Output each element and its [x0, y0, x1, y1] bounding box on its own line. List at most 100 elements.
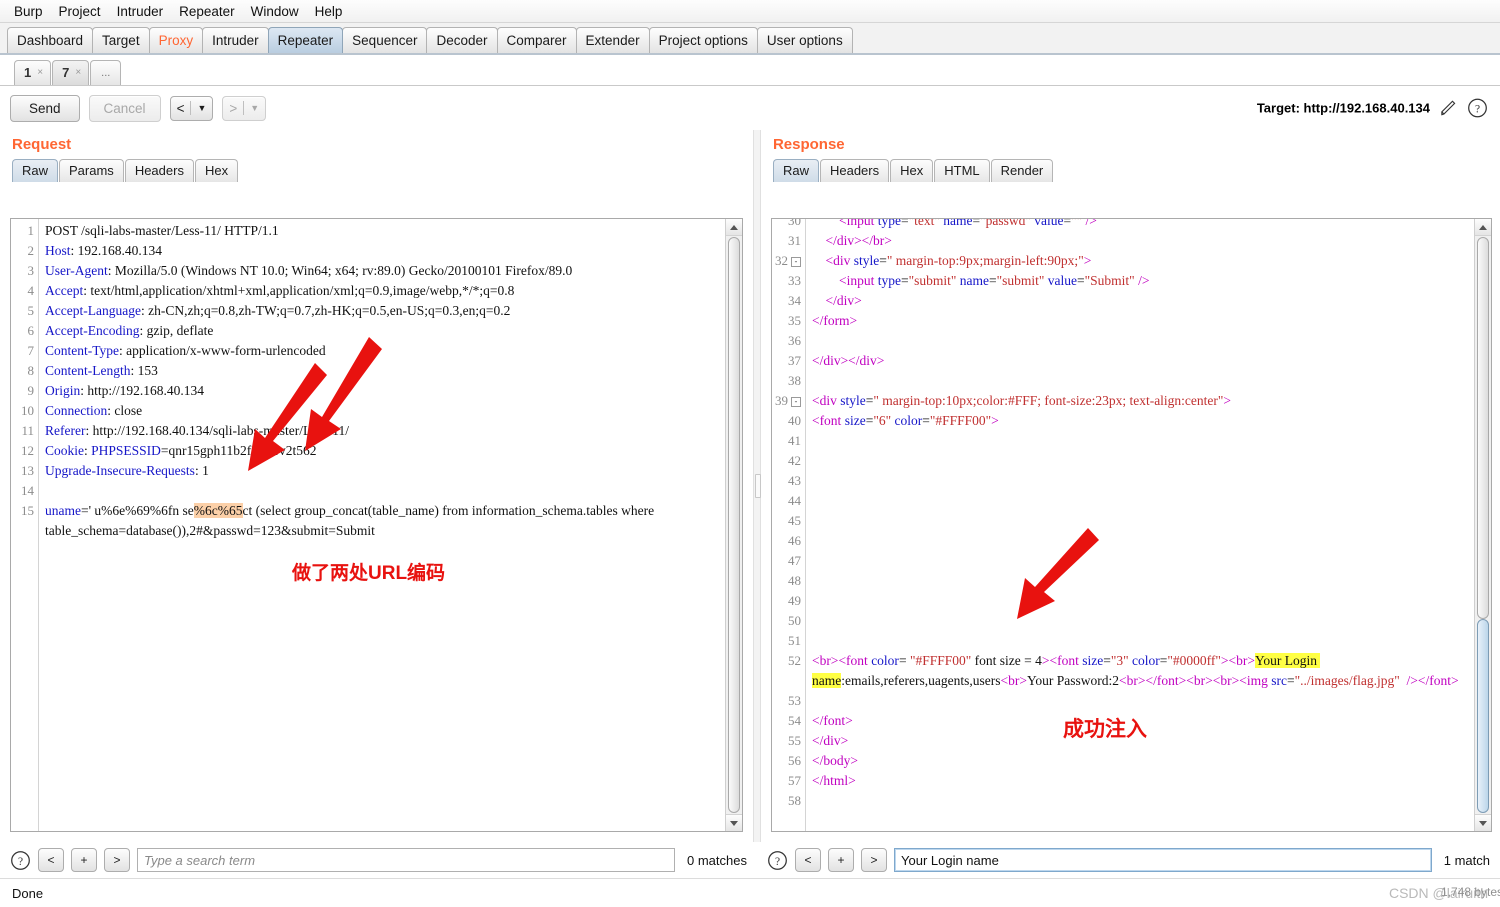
code-line: </html>	[811, 773, 856, 788]
code-line: <br><font color= "#FFFF00" font size = 4…	[811, 653, 1459, 688]
tab-decoder[interactable]: Decoder	[426, 27, 498, 53]
tab-repeater[interactable]: Repeater	[267, 27, 344, 53]
response-tab-hex[interactable]: Hex	[890, 159, 934, 182]
line-number: 37	[787, 353, 801, 368]
menu-item-repeater[interactable]: Repeater	[171, 2, 243, 21]
help-icon[interactable]: ?	[1467, 98, 1488, 119]
request-tab-headers[interactable]: Headers	[124, 159, 194, 182]
csdn-watermark: CSDN @lairuith 1,748 bytes	[1389, 885, 1500, 901]
request-tab-raw[interactable]: Raw	[12, 159, 59, 182]
line-number: 1	[27, 223, 35, 238]
response-raw-text[interactable]: <input type="text" name="passwd" value="…	[806, 218, 1474, 831]
code-line: <input type="text" name="passwd" value="…	[838, 218, 1097, 228]
scrollbar-thumb[interactable]	[1477, 619, 1489, 813]
response-search-next-button[interactable]: >	[861, 848, 887, 872]
menu-item-project[interactable]: Project	[51, 2, 109, 21]
tab-target[interactable]: Target	[92, 27, 150, 53]
repeater-tab-new[interactable]: ...	[90, 60, 122, 85]
fold-toggle-icon[interactable]: -	[790, 257, 801, 268]
scroll-down-icon[interactable]	[725, 814, 742, 831]
tab-dashboard[interactable]: Dashboard	[7, 27, 94, 53]
editor-panes: Request Raw Params Headers Hex 123456789…	[0, 130, 1500, 842]
response-search-add-button[interactable]: +	[828, 848, 854, 872]
repeater-tab-7[interactable]: 7 ×	[52, 60, 90, 85]
line-number: 49	[787, 593, 801, 608]
response-search-bar: ? < + > 1 match	[757, 842, 1500, 878]
menu-item-burp[interactable]: Burp	[6, 2, 51, 21]
response-pane: Response Raw Headers Hex HTML Render 30 3…	[761, 130, 1500, 842]
line-number: 46	[787, 533, 801, 548]
request-search-prev-button[interactable]: <	[38, 848, 64, 872]
forward-arrow-icon: >	[229, 100, 238, 116]
pencil-icon[interactable]	[1439, 99, 1458, 118]
request-tab-params[interactable]: Params	[59, 159, 124, 182]
response-tab-html[interactable]: HTML	[934, 159, 990, 182]
menu-item-intruder[interactable]: Intruder	[109, 2, 172, 21]
go-back-button[interactable]: < ▼	[169, 95, 214, 121]
scroll-up-icon[interactable]	[725, 219, 742, 236]
chevron-down-icon[interactable]: ▼	[250, 103, 259, 113]
scroll-down-icon[interactable]	[1475, 814, 1491, 831]
status-right: CSDN @lairuith 1,748 bytes	[1389, 879, 1500, 907]
request-tab-hex[interactable]: Hex	[194, 159, 239, 182]
close-icon[interactable]: ×	[37, 61, 43, 85]
scrollbar-track-upper	[1477, 237, 1489, 619]
response-tab-raw[interactable]: Raw	[772, 159, 819, 182]
tab-user-options[interactable]: User options	[756, 27, 853, 53]
request-search-input[interactable]	[137, 848, 676, 872]
search-bars: ? < + > 0 matches ? < + > 1 match	[0, 842, 1500, 878]
code-line: Origin: http://192.168.40.134	[45, 383, 205, 398]
line-number: 56	[787, 753, 801, 768]
scrollbar-thumb[interactable]	[727, 237, 740, 813]
tab-proxy[interactable]: Proxy	[148, 27, 204, 53]
menu-bar: Burp Project Intruder Repeater Window He…	[0, 0, 1500, 23]
repeater-tab-1[interactable]: 1 ×	[14, 60, 52, 85]
request-search-add-button[interactable]: +	[71, 848, 97, 872]
chevron-down-icon[interactable]: ▼	[197, 103, 206, 113]
response-search-prev-button[interactable]: <	[795, 848, 821, 872]
menu-item-window[interactable]: Window	[243, 2, 307, 21]
repeater-tab-7-label: 7	[62, 65, 70, 80]
request-raw-text[interactable]: POST /sqli-labs-master/Less-11/ HTTP/1.1…	[39, 219, 725, 831]
help-icon[interactable]: ?	[10, 850, 31, 871]
code-line: </div>	[825, 293, 862, 308]
code-line: <input type="submit" name="submit" value…	[838, 273, 1150, 288]
response-editor[interactable]: 30 31 32- 33 34 35 36 37 38 39- 40 41 42 43 44 45 46 47 48…	[770, 218, 1492, 832]
line-number: 10	[21, 403, 34, 418]
help-icon[interactable]: ?	[767, 850, 788, 871]
line-number: 53	[787, 693, 801, 708]
code-line: </form>	[811, 313, 858, 328]
scroll-up-icon[interactable]	[1475, 219, 1491, 236]
line-number: 43	[787, 473, 801, 488]
fold-toggle-icon[interactable]: -	[790, 397, 801, 408]
send-button[interactable]: Send	[10, 94, 80, 122]
response-tab-headers[interactable]: Headers	[819, 159, 890, 182]
status-bar: Done CSDN @lairuith 1,748 bytes	[0, 878, 1500, 907]
tab-project-options[interactable]: Project options	[648, 27, 758, 53]
pane-splitter[interactable]	[752, 130, 761, 842]
tab-intruder[interactable]: Intruder	[202, 27, 269, 53]
line-number: 11	[21, 423, 34, 438]
response-search-input[interactable]	[894, 848, 1432, 872]
response-tab-render[interactable]: Render	[990, 159, 1054, 182]
request-search-next-button[interactable]: >	[104, 848, 130, 872]
tab-comparer[interactable]: Comparer	[496, 27, 577, 53]
code-line: <font size="6" color="#FFFF00">	[811, 413, 999, 428]
line-number: 39-	[772, 391, 805, 411]
request-line-numbers: 1 2 3 4 5 6 7 8 9 10 11 12 13 14 15	[11, 219, 39, 831]
menu-item-help[interactable]: Help	[307, 2, 351, 21]
line-number: 36	[787, 333, 801, 348]
response-scrollbar[interactable]	[1474, 219, 1491, 831]
request-scrollbar[interactable]	[724, 219, 742, 831]
tab-extender[interactable]: Extender	[575, 27, 650, 53]
line-number: 12	[21, 443, 34, 458]
tab-sequencer[interactable]: Sequencer	[342, 27, 428, 53]
repeater-tab-1-label: 1	[24, 65, 32, 80]
line-number: 50	[787, 613, 801, 628]
close-icon[interactable]: ×	[75, 61, 81, 85]
request-editor[interactable]: 1 2 3 4 5 6 7 8 9 10 11 12 13 14 15 POST /sqli-labs-ma…	[10, 218, 743, 832]
